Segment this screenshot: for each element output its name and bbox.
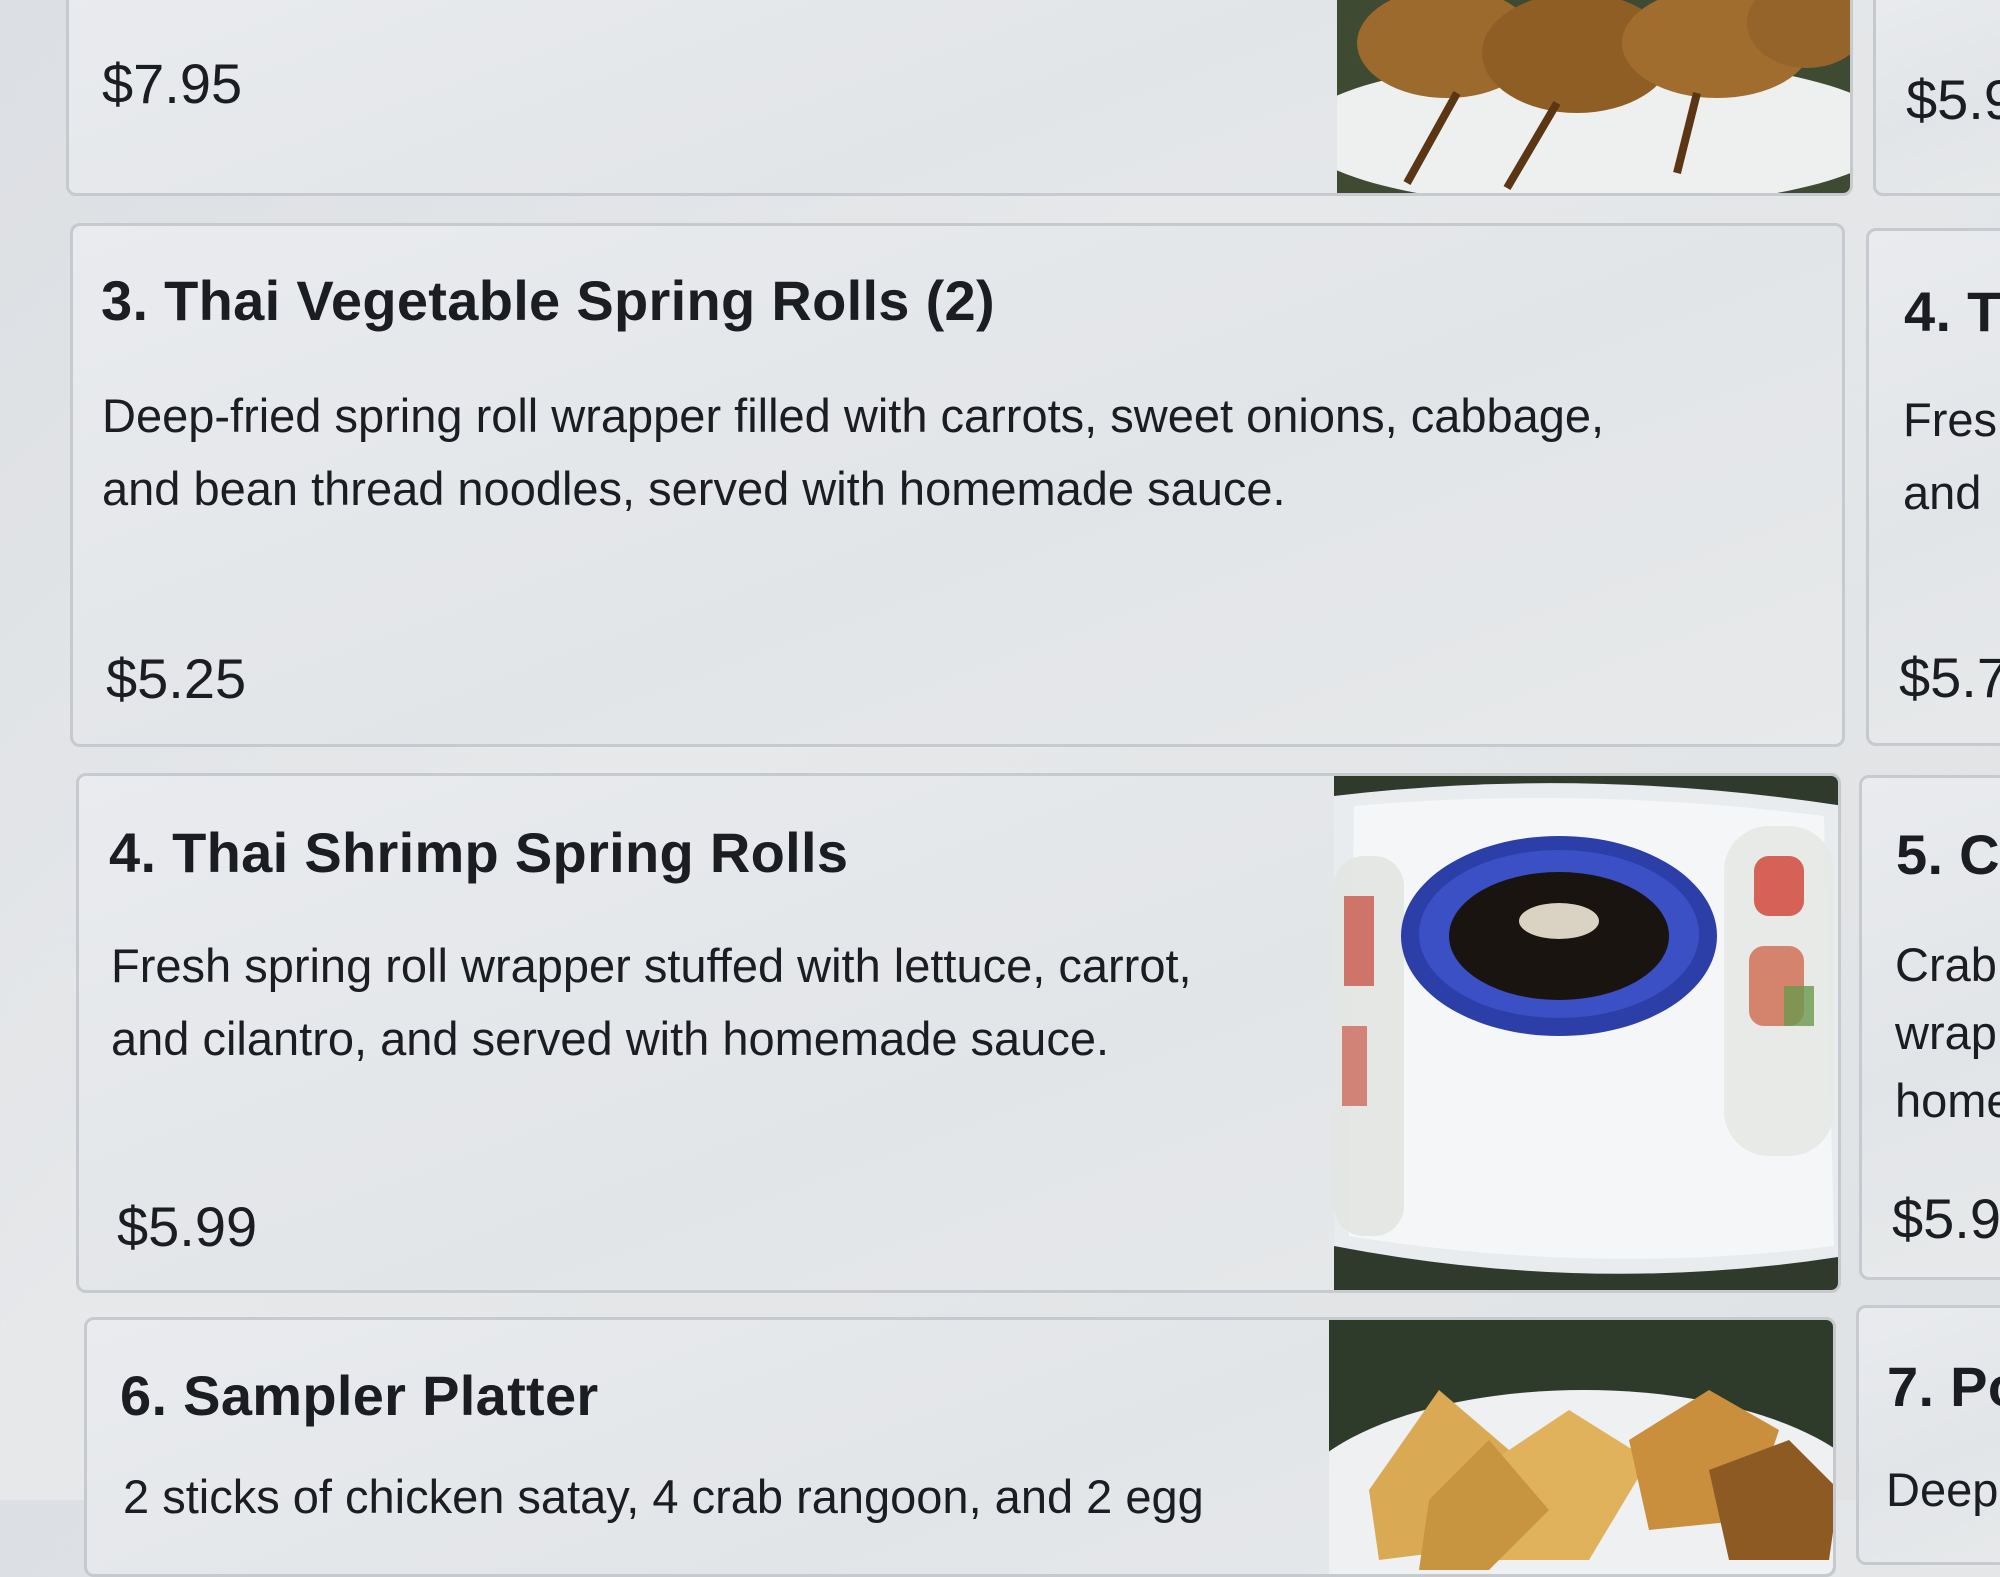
menu-item-card[interactable]: $5.9: [1873, 0, 2000, 196]
item-description-line: and bean thread noodles, served with hom…: [102, 462, 1286, 515]
satay-photo: [1337, 0, 1850, 193]
item-description-line: Deep: [1886, 1463, 1999, 1516]
item-title: 6. Sampler Platter: [120, 1364, 599, 1427]
item-title: 4. Thai Shrimp Spring Rolls: [109, 821, 849, 884]
item-description-line: 2 sticks of chicken satay, 4 crab rangoo…: [123, 1470, 1204, 1523]
item-description-line: Fres: [1903, 393, 1997, 446]
item-price: $5.25: [106, 647, 247, 710]
menu-item-card[interactable]: 4. T Fres and $5.7: [1866, 228, 2000, 746]
spring-rolls-photo: [1334, 776, 1838, 1290]
sampler-platter-photo: [1329, 1320, 1833, 1574]
item-price: $5.9: [1892, 1187, 2000, 1250]
item-description-line: Crab: [1895, 938, 1997, 991]
item-title: 4. T: [1904, 280, 2000, 343]
item-price: $5.7: [1899, 646, 2000, 709]
menu-item-card[interactable]: $7.95: [66, 0, 1853, 196]
item-title: 7. Po: [1887, 1355, 2000, 1418]
menu-item-card[interactable]: 3. Thai Vegetable Spring Rolls (2) Deep-…: [70, 223, 1845, 747]
menu-item-card[interactable]: 5. C Crab wrap home $5.9: [1859, 775, 2000, 1280]
menu-item-card[interactable]: 4. Thai Shrimp Spring Rolls Fresh spring…: [76, 773, 1841, 1293]
item-price: $5.99: [117, 1195, 258, 1258]
item-description-line: Fresh spring roll wrapper stuffed with l…: [111, 939, 1192, 992]
item-description-line: wrap: [1895, 1006, 1997, 1059]
item-title: 5. C: [1896, 823, 2000, 886]
item-description-line: and cilantro, and served with homemade s…: [111, 1012, 1110, 1065]
item-price: $5.9: [1906, 68, 2000, 131]
item-title: 3. Thai Vegetable Spring Rolls (2): [101, 269, 995, 332]
menu-item-card[interactable]: 6. Sampler Platter 2 sticks of chicken s…: [84, 1317, 1836, 1577]
item-description-line: and: [1903, 466, 1982, 519]
item-description-line: Deep-fried spring roll wrapper filled wi…: [102, 389, 1605, 442]
menu-item-card[interactable]: 7. Po Deep: [1856, 1305, 2000, 1565]
item-description-line: home: [1895, 1074, 2000, 1127]
item-price: $7.95: [102, 52, 243, 115]
